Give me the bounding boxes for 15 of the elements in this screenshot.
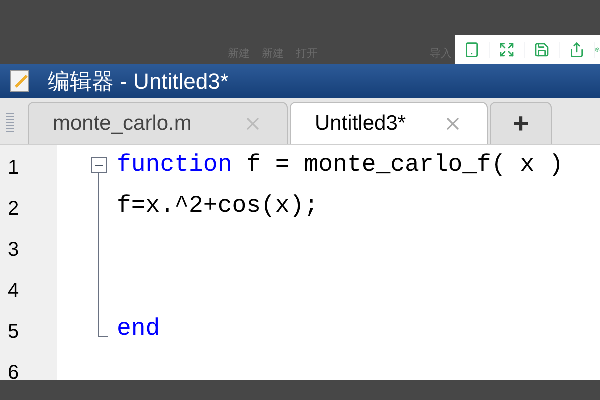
line-number: 6 [7,361,20,380]
code-line: end [117,315,160,345]
file-tab[interactable]: monte_carlo.m [28,102,288,144]
fold-toggle[interactable] [91,157,107,173]
file-tab[interactable]: Untitled3* [290,102,488,144]
line-number: 4 [7,279,20,304]
code-line: f=x.^2+cos(x); [117,192,319,222]
line-number: 5 [7,320,20,345]
new-tab-button[interactable]: + [490,102,552,144]
code-line: function f = monte_carlo_f( x ) [117,151,564,181]
fold-end-line [98,309,108,337]
line-number: 3 [7,238,20,263]
line-number: 2 [7,197,20,222]
window-title: 编辑器 - Untitled3* [48,68,229,96]
line-number: 1 [7,156,20,181]
